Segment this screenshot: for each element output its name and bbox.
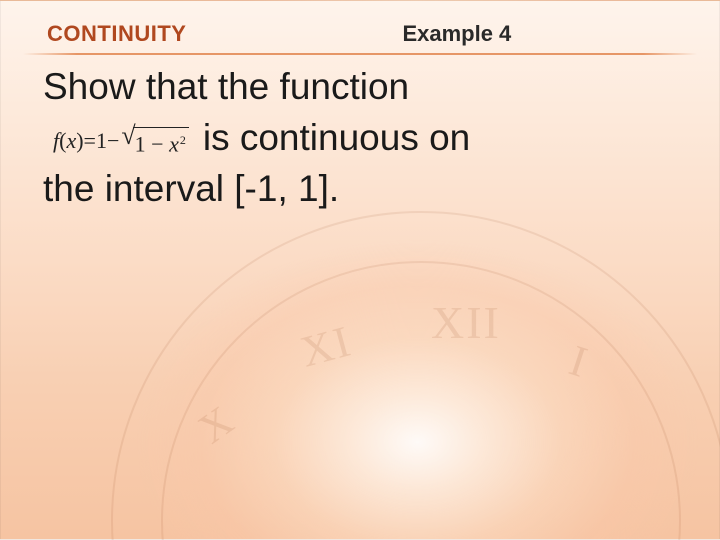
formula-exponent: 2 — [180, 133, 186, 147]
example-label: Example 4 — [402, 21, 511, 47]
clock-numeral: XI — [295, 315, 357, 377]
clock-arc-outer — [111, 211, 720, 540]
formula-var-b: x — [169, 131, 179, 156]
formula-close-paren: ) — [76, 126, 83, 155]
clock-numeral: X — [190, 396, 244, 454]
clock-numeral: I — [564, 335, 596, 389]
formula-sqrt: √ 1 − x2 — [121, 126, 188, 154]
clock-numeral: XII — [431, 296, 501, 349]
body-line-2: f ( x ) = 1 − √ 1 − x2 is continuous on — [43, 114, 679, 163]
formula-radicand: 1 − x2 — [133, 127, 189, 155]
slide-body: Show that the function f ( x ) = 1 − √ 1… — [43, 63, 679, 213]
header-rule — [23, 53, 697, 55]
formula-one-a: 1 — [96, 126, 107, 155]
slide: X XI XII I CONTINUITY Example 4 Show tha… — [0, 0, 720, 540]
body-line-3: the interval [-1, 1]. — [43, 165, 679, 214]
formula-minus-b: − — [151, 131, 169, 156]
clock-arc-inner — [161, 261, 681, 540]
topic-label: CONTINUITY — [47, 21, 186, 47]
formula-minus-a: − — [107, 126, 119, 155]
formula: f ( x ) = 1 − √ 1 − x2 — [43, 126, 189, 155]
body-line-1: Show that the function — [43, 63, 679, 112]
formula-equals: = — [84, 126, 96, 155]
slide-header: CONTINUITY Example 4 — [1, 21, 719, 47]
formula-var: x — [66, 126, 76, 155]
body-line-2-tail: is continuous on — [203, 114, 470, 163]
formula-one-b: 1 — [135, 131, 146, 156]
